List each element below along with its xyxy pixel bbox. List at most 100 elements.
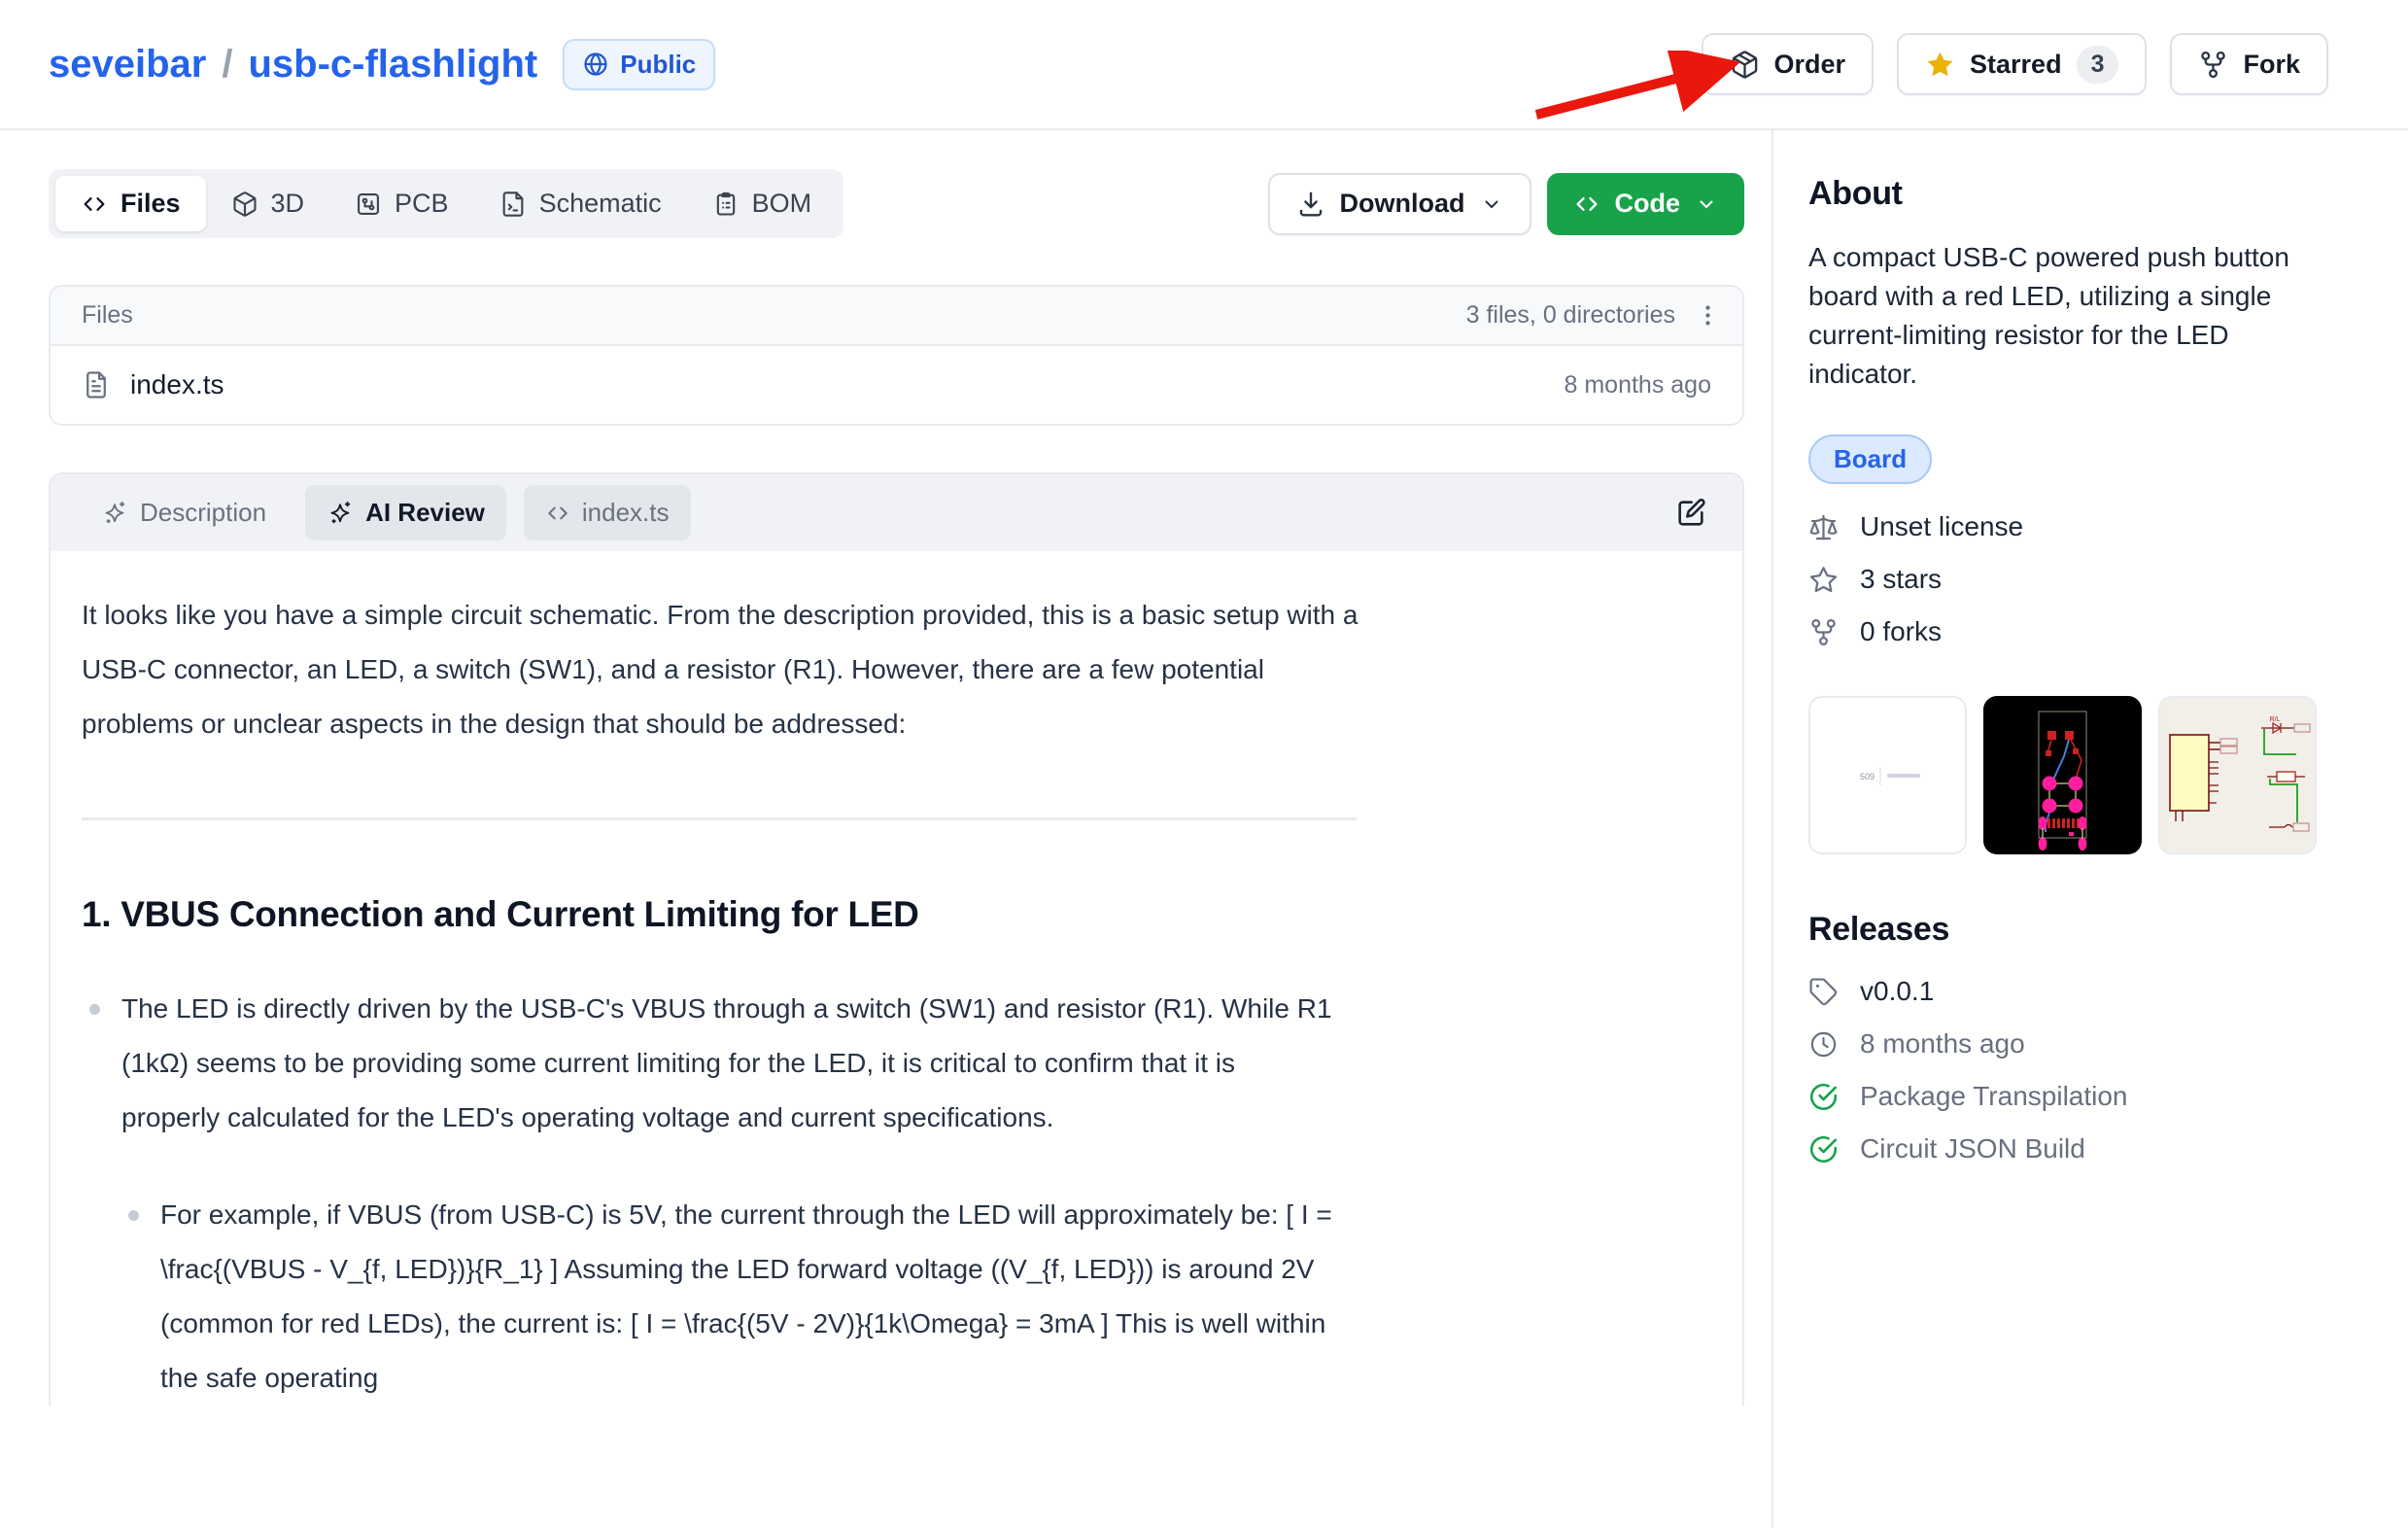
code-brackets-icon: [1573, 191, 1600, 218]
check-row: Circuit JSON Build: [1808, 1133, 2330, 1164]
review-section-title: 1. VBUS Connection and Current Limiting …: [82, 894, 1707, 935]
clipboard-list-icon: [712, 191, 740, 218]
sparkles-icon: [101, 500, 128, 527]
markdown-divider: [82, 817, 1357, 820]
download-button[interactable]: Download: [1268, 173, 1531, 235]
files-summary: 3 files, 0 directories: [1466, 301, 1675, 330]
toolbar-actions: Download Code: [1268, 173, 1745, 235]
fork-icon: [2198, 50, 2228, 80]
preview-thumbnails: 509: [1808, 696, 2330, 854]
chevron-down-icon: [1695, 192, 1718, 216]
fork-icon: [1808, 617, 1839, 647]
review-body: It looks like you have a simple circuit …: [51, 551, 1742, 1406]
star-count-badge: 3: [2077, 46, 2119, 84]
download-icon: [1296, 190, 1325, 219]
review-intro: It looks like you have a simple circuit …: [82, 588, 1364, 751]
tab-files-label: Files: [120, 189, 181, 219]
file-row[interactable]: index.ts 8 months ago: [51, 346, 1742, 424]
check-label: Package Transpilation: [1860, 1081, 2128, 1112]
visibility-label: Public: [620, 50, 696, 80]
tab-index-ts-label: index.ts: [582, 498, 670, 528]
code-brackets-icon: [545, 501, 570, 526]
tab-bom[interactable]: BOM: [687, 176, 838, 231]
clock-icon: [1808, 1029, 1839, 1059]
star-button[interactable]: Starred 3: [1897, 33, 2147, 95]
tab-files[interactable]: Files: [55, 176, 206, 231]
code-button[interactable]: Code: [1547, 173, 1745, 235]
download-label: Download: [1340, 189, 1465, 219]
tab-description-label: Description: [140, 498, 266, 528]
file-icon: [82, 370, 111, 399]
release-age: 8 months ago: [1860, 1028, 2025, 1059]
release-version-row[interactable]: v0.0.1: [1808, 976, 2330, 1007]
about-text: A compact USB-C powered push button boar…: [1808, 238, 2323, 394]
board-tag[interactable]: Board: [1808, 434, 1932, 484]
scale-icon: [1808, 512, 1839, 542]
tab-description[interactable]: Description: [80, 485, 288, 540]
check-circle-icon: [1808, 1134, 1839, 1164]
chevron-down-icon: [1480, 192, 1503, 216]
repo-link[interactable]: usb-c-flashlight: [248, 43, 537, 87]
star-icon: [1925, 50, 1955, 80]
file-name: index.ts: [130, 369, 224, 400]
bullet-dot: [128, 1210, 139, 1221]
check-label: Circuit JSON Build: [1860, 1133, 2085, 1164]
list-item: For example, if VBUS (from USB-C) is 5V,…: [120, 1188, 1335, 1406]
tab-pcb-label: PCB: [395, 189, 449, 219]
tab-bom-label: BOM: [752, 189, 812, 219]
releases-section: Releases v0.0.1 8 months ago: [1808, 911, 2330, 1164]
kebab-menu-icon[interactable]: [1695, 302, 1721, 329]
about-title: About: [1808, 175, 2330, 213]
breadcrumb: seveibar / usb-c-flashlight: [49, 43, 537, 87]
starred-label: Starred: [1970, 50, 2062, 80]
owner-link[interactable]: seveibar: [49, 43, 206, 87]
order-label: Order: [1774, 50, 1846, 80]
thumbnail-3d-preview[interactable]: 509: [1808, 696, 1967, 854]
tab-ai-review-label: AI Review: [365, 498, 485, 528]
fork-button[interactable]: Fork: [2170, 33, 2328, 95]
view-tab-bar: Files 3D PC: [49, 169, 843, 238]
tab-3d[interactable]: 3D: [206, 176, 330, 231]
repo-header: seveibar / usb-c-flashlight Public: [0, 0, 2408, 130]
sparkles-icon: [327, 500, 354, 527]
tab-schematic[interactable]: Schematic: [474, 176, 687, 231]
fork-label: Fork: [2243, 50, 2300, 80]
code-label: Code: [1615, 189, 1681, 219]
tag-icon: [1808, 977, 1839, 1007]
sidebar: About A compact USB-C powered push butto…: [1772, 130, 2408, 1528]
files-panel-header: Files 3 files, 0 directories: [51, 287, 1742, 346]
stars-label: 3 stars: [1860, 564, 1942, 595]
check-circle-icon: [1808, 1082, 1839, 1112]
repo-meta: Unset license 3 stars 0 forks: [1808, 511, 2330, 647]
star-outline-icon: [1808, 565, 1839, 595]
visibility-badge: Public: [563, 39, 715, 90]
thumb-3d-label: 509: [1860, 772, 1875, 781]
files-panel: Files 3 files, 0 directories index.ts 8 …: [49, 285, 1744, 426]
annotation-arrow: [1531, 51, 1759, 126]
license-label: Unset license: [1860, 511, 2023, 542]
thumbnail-pcb-preview[interactable]: [1983, 696, 2142, 854]
forks-row[interactable]: 0 forks: [1808, 616, 2330, 647]
review-card: Description AI Review index.ts: [49, 472, 1744, 1406]
file-terminal-icon: [499, 191, 527, 218]
tab-3d-label: 3D: [271, 189, 305, 219]
code-brackets-icon: [81, 191, 108, 218]
globe-icon: [582, 51, 609, 78]
tab-index-ts[interactable]: index.ts: [524, 485, 691, 540]
release-version: v0.0.1: [1860, 976, 1934, 1007]
content-tab-bar: Description AI Review index.ts: [51, 474, 1742, 551]
cube-3d-icon: [231, 191, 258, 218]
review-bullet-list: The LED is directly driven by the USB-C'…: [82, 982, 1707, 1406]
edit-icon[interactable]: [1674, 497, 1707, 530]
tab-ai-review[interactable]: AI Review: [305, 485, 506, 540]
tab-schematic-label: Schematic: [539, 189, 662, 219]
pcb-icon: [355, 191, 382, 218]
thumbnail-schematic-preview[interactable]: R/L: [2158, 696, 2317, 854]
breadcrumb-separator: /: [222, 43, 232, 87]
forks-label: 0 forks: [1860, 616, 1942, 647]
tab-pcb[interactable]: PCB: [329, 176, 474, 231]
file-updated: 8 months ago: [1565, 371, 1712, 399]
releases-title: Releases: [1808, 911, 2330, 949]
stars-row[interactable]: 3 stars: [1808, 564, 2330, 595]
bullet-dot: [89, 1004, 100, 1015]
